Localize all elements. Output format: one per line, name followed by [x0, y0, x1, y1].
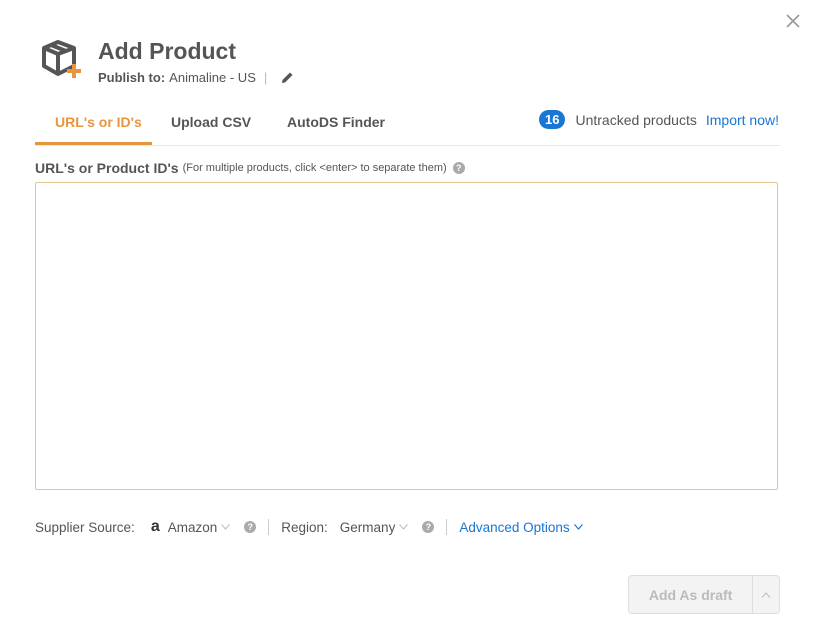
untracked-count-badge: 16: [538, 110, 566, 129]
supplier-dropdown[interactable]: a Amazon: [135, 518, 231, 536]
tab-upload-csv[interactable]: Upload CSV: [171, 114, 251, 130]
chevron-down-icon: [399, 524, 409, 530]
amazon-icon: a: [150, 518, 160, 535]
product-box-plus-icon: [42, 40, 81, 78]
add-options-toggle[interactable]: [752, 576, 779, 613]
field-hint: (For multiple products, click <enter> to…: [182, 162, 447, 174]
field-label-text: URL's or Product ID's: [35, 160, 179, 176]
advanced-options-label: Advanced Options: [459, 519, 570, 535]
divider: |: [263, 70, 268, 85]
dialog-title: Add Product: [98, 38, 236, 64]
add-as-draft-button[interactable]: Add As draft: [629, 576, 752, 613]
region-dropdown[interactable]: Germany: [340, 520, 409, 535]
region-label: Region:: [281, 519, 328, 535]
add-button-group: Add As draft: [628, 575, 780, 614]
region-value: Germany: [339, 519, 396, 535]
supplier-help-icon[interactable]: ?: [244, 521, 257, 533]
supplier-label: Supplier Source:: [35, 519, 135, 535]
pencil-icon[interactable]: [281, 71, 294, 84]
urls-field-label: URL's or Product ID's (For multiple prod…: [35, 160, 465, 176]
supplier-value: Amazon: [167, 519, 218, 535]
chevron-down-icon: [573, 524, 583, 530]
publish-label: Publish to:: [98, 70, 166, 85]
untracked-products: 16 Untracked products Import now!: [538, 110, 779, 129]
advanced-options-toggle[interactable]: Advanced Options: [459, 519, 583, 535]
dialog-header: Add Product Publish to: Animaline - US |: [40, 38, 294, 85]
chevron-down-icon: [221, 524, 231, 530]
tab-urls-ids[interactable]: URL's or ID's: [55, 114, 142, 130]
help-icon[interactable]: ?: [452, 162, 465, 174]
import-now-link[interactable]: Import now!: [706, 112, 779, 128]
active-tab-indicator: [35, 142, 152, 145]
urls-textarea[interactable]: [35, 182, 778, 490]
untracked-text: Untracked products: [575, 111, 697, 128]
close-icon[interactable]: [784, 12, 802, 30]
divider: [268, 519, 270, 535]
region-help-icon[interactable]: ?: [422, 521, 435, 533]
publish-store: Animaline - US: [169, 70, 256, 85]
divider: [446, 519, 448, 535]
tab-autods-finder[interactable]: AutoDS Finder: [287, 114, 385, 130]
chevron-up-icon: [761, 591, 771, 598]
options-bar: Supplier Source: a Amazon ? Region: Germ…: [35, 518, 583, 536]
publish-to: Publish to: Animaline - US |: [98, 70, 294, 85]
